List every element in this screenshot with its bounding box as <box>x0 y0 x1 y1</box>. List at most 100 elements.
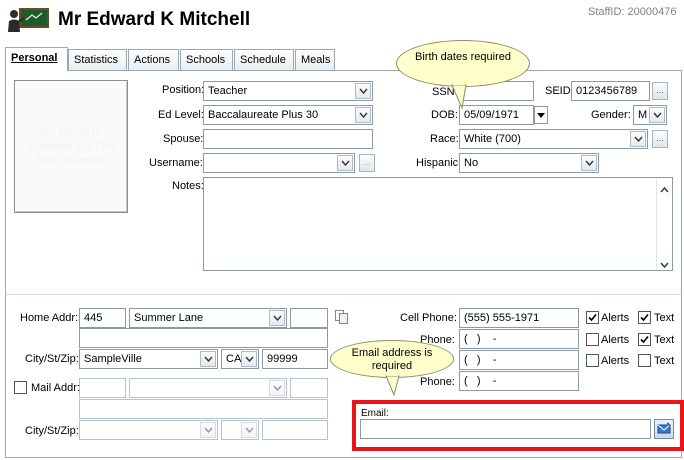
username-select[interactable] <box>203 153 355 173</box>
seid-label: SEID: <box>545 85 574 97</box>
chevron-down-icon[interactable] <box>269 380 285 396</box>
checkmark-icon <box>588 313 597 322</box>
mail-city-st-zip-label: City/St/Zip: <box>25 425 79 437</box>
phone-3-value: ( ) - <box>464 354 497 366</box>
dob-picker-button[interactable] <box>534 106 548 124</box>
state-select[interactable]: CA <box>221 349 259 369</box>
zip-value: 99999 <box>267 353 298 365</box>
phone-2-alerts-checkbox[interactable] <box>586 333 599 346</box>
cell-phone-input[interactable]: (555) 555-1971 <box>459 308 579 328</box>
phone-2-text-label: Text <box>654 334 675 346</box>
seid-input[interactable]: 0123456789 <box>571 81 650 101</box>
tab-actions[interactable]: Actions <box>128 49 179 71</box>
staff-icon <box>6 8 50 34</box>
tab-schedule[interactable]: Schedule <box>234 49 294 71</box>
mail-addr-checkbox[interactable] <box>14 381 27 394</box>
phone-3-input[interactable]: ( ) - <box>459 350 579 370</box>
street-suffix-input[interactable] <box>290 308 328 328</box>
home-addr-label: Home Addr: <box>20 312 79 324</box>
chevron-down-icon[interactable] <box>355 107 371 123</box>
chevron-down-icon[interactable] <box>649 107 665 123</box>
zip-input[interactable]: 99999 <box>262 349 328 369</box>
mail-suffix-input[interactable] <box>290 378 328 398</box>
gender-value: M <box>638 109 648 121</box>
email-refresh-icon <box>657 422 671 434</box>
chevron-down-icon[interactable] <box>337 155 353 171</box>
ed-level-select[interactable]: Baccalaureate Plus 30 <box>203 105 373 125</box>
address-line-2-input[interactable] <box>79 328 328 348</box>
city-st-zip-label: City/St/Zip: <box>25 353 79 365</box>
callout-pointer <box>451 84 467 110</box>
chevron-down-icon[interactable] <box>241 351 257 367</box>
seid-lookup-button[interactable]: ... <box>652 82 668 100</box>
phone-4-input[interactable]: ( ) - <box>459 371 579 391</box>
mail-street-select[interactable] <box>129 378 287 398</box>
tab-label: Statistics <box>74 54 119 66</box>
street-value: Summer Lane <box>134 312 204 324</box>
hispanic-value: No <box>464 157 479 169</box>
email-input[interactable] <box>360 419 651 439</box>
race-label: Race: <box>430 133 459 145</box>
mail-city-select[interactable] <box>79 420 218 440</box>
race-select[interactable]: White (700) <box>459 129 648 149</box>
send-email-button[interactable] <box>654 419 674 439</box>
cell-phone-value: (555) 555-1971 <box>464 312 540 324</box>
mail-addr-label: Mail Addr: <box>31 382 80 394</box>
tab-schools[interactable]: Schools <box>180 49 233 71</box>
chevron-down-icon[interactable] <box>581 155 597 171</box>
phone-2-value: ( ) - <box>464 333 497 345</box>
gender-select[interactable]: M <box>633 105 667 125</box>
scroll-up-icon[interactable] <box>660 183 669 197</box>
mail-line-2-input[interactable] <box>79 399 328 419</box>
dob-value: 05/09/1971 <box>464 109 520 121</box>
notes-textarea[interactable] <box>203 177 673 271</box>
mail-number-input[interactable] <box>79 378 126 398</box>
chevron-down-icon[interactable] <box>269 310 285 326</box>
checkmark-icon <box>640 335 649 344</box>
username-label: Username: <box>149 157 203 169</box>
chevron-down-icon[interactable] <box>241 422 257 438</box>
mail-zip-input[interactable] <box>262 420 328 440</box>
race-value: White (700) <box>464 133 521 145</box>
phone-2-text-checkbox[interactable] <box>638 333 651 346</box>
scroll-down-icon[interactable] <box>660 258 669 270</box>
cell-alerts-label: Alerts <box>601 312 630 324</box>
username-lookup-button[interactable]: ... <box>359 154 375 172</box>
chevron-down-icon[interactable] <box>200 351 216 367</box>
email-required-callout-text: Email address is required <box>351 347 433 372</box>
chevron-down-icon[interactable] <box>355 83 371 99</box>
city-value: SampleVille <box>84 353 142 365</box>
tab-label: Schedule <box>240 54 286 66</box>
phone-3-text-checkbox[interactable] <box>638 354 651 367</box>
city-select[interactable]: SampleVille <box>79 349 218 369</box>
notes-label: Notes: <box>172 180 204 192</box>
cell-alerts-checkbox[interactable] <box>586 311 599 324</box>
cell-phone-label: Cell Phone: <box>400 312 457 324</box>
spouse-label: Spouse: <box>163 133 204 145</box>
hispanic-select[interactable]: No <box>459 153 599 173</box>
spouse-input[interactable] <box>203 129 373 149</box>
chevron-down-icon[interactable] <box>630 131 646 147</box>
house-number-input[interactable]: 445 <box>79 308 126 328</box>
tab-label: Meals <box>301 54 331 66</box>
position-select[interactable]: Teacher <box>203 81 373 101</box>
phone-2-input[interactable]: ( ) - <box>459 329 579 349</box>
chevron-down-icon <box>537 112 545 118</box>
tab-meals[interactable]: Meals <box>295 49 335 71</box>
tab-statistics[interactable]: Statistics <box>68 49 127 71</box>
notes-scrollbar[interactable] <box>656 178 672 270</box>
chevron-down-icon[interactable] <box>200 422 216 438</box>
birth-dates-callout: Birth dates required <box>396 40 530 87</box>
race-lookup-button[interactable]: ... <box>652 130 668 148</box>
tab-personal[interactable]: Personal <box>5 47 68 71</box>
mail-state-select[interactable] <box>221 420 259 440</box>
tab-label: Personal <box>11 52 58 64</box>
street-select[interactable]: Summer Lane <box>129 308 287 328</box>
phone-4-value: ( ) - <box>464 375 497 387</box>
seid-value: 0123456789 <box>576 85 638 97</box>
phone-3-alerts-checkbox[interactable] <box>586 354 599 367</box>
cell-text-checkbox[interactable] <box>638 311 651 324</box>
copy-address-icon[interactable] <box>334 309 350 328</box>
ed-level-label: Ed Level: <box>158 109 204 121</box>
gender-label: Gender: <box>591 109 631 121</box>
